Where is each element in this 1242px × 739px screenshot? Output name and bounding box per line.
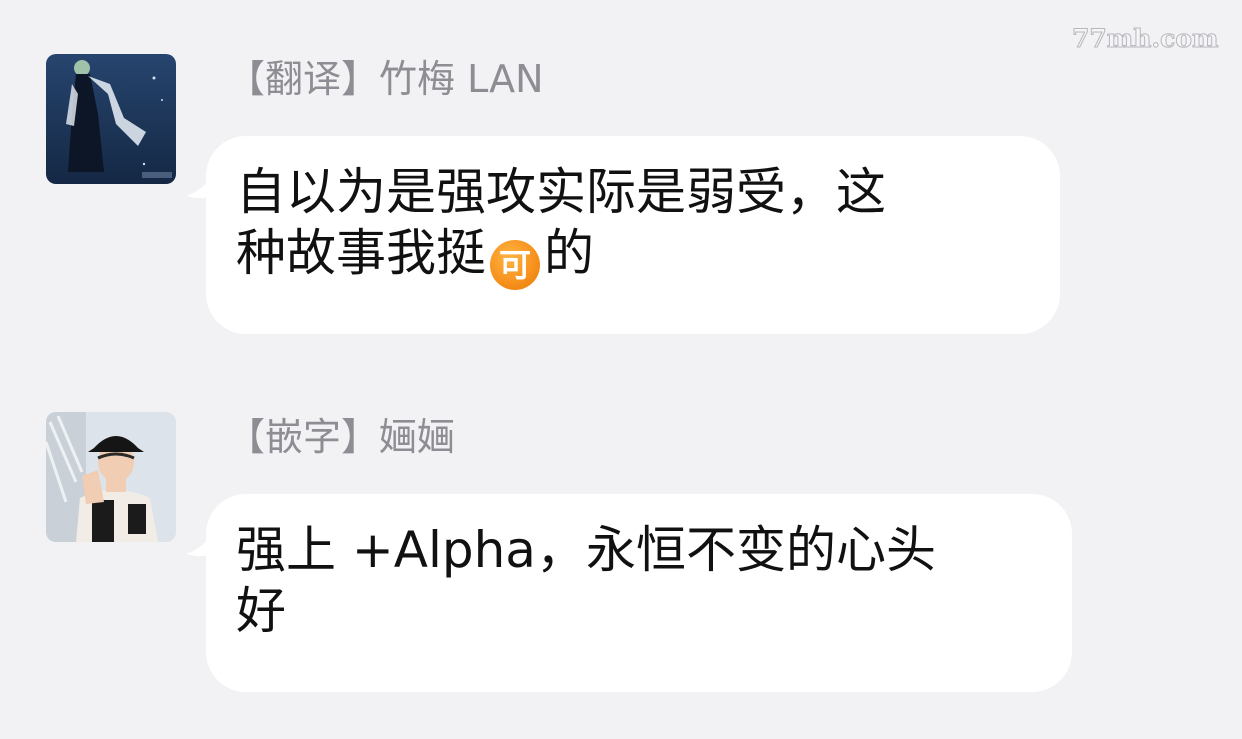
message-bubble[interactable]: 强上 +Alpha，永恒不变的心头 好 <box>206 494 1072 692</box>
message-text-line: 强上 +Alpha，永恒不变的心头 <box>236 521 936 579</box>
message-text-line: 种故事我挺可的 <box>236 223 1030 290</box>
message-bubble[interactable]: 自以为是强攻实际是弱受，这 种故事我挺可的 <box>206 136 1060 334</box>
user-avatar-anime-figure-icon <box>46 54 176 184</box>
user-avatar-photo-person-icon <box>46 412 176 542</box>
sender-name: 【嵌字】婳婳 <box>227 415 456 459</box>
avatar[interactable] <box>46 54 176 184</box>
ke-emoji-icon: 可 <box>490 240 540 290</box>
message-text: 种故事我挺 <box>236 224 486 282</box>
message-text-line: 自以为是强攻实际是弱受，这 <box>236 163 886 221</box>
message-text-line: 好 <box>236 582 286 640</box>
site-watermark: 77mh.com <box>1071 24 1219 54</box>
sender-name: 【翻译】竹梅 LAN <box>227 57 544 101</box>
message-text: 的 <box>544 224 594 282</box>
avatar[interactable] <box>46 412 176 542</box>
